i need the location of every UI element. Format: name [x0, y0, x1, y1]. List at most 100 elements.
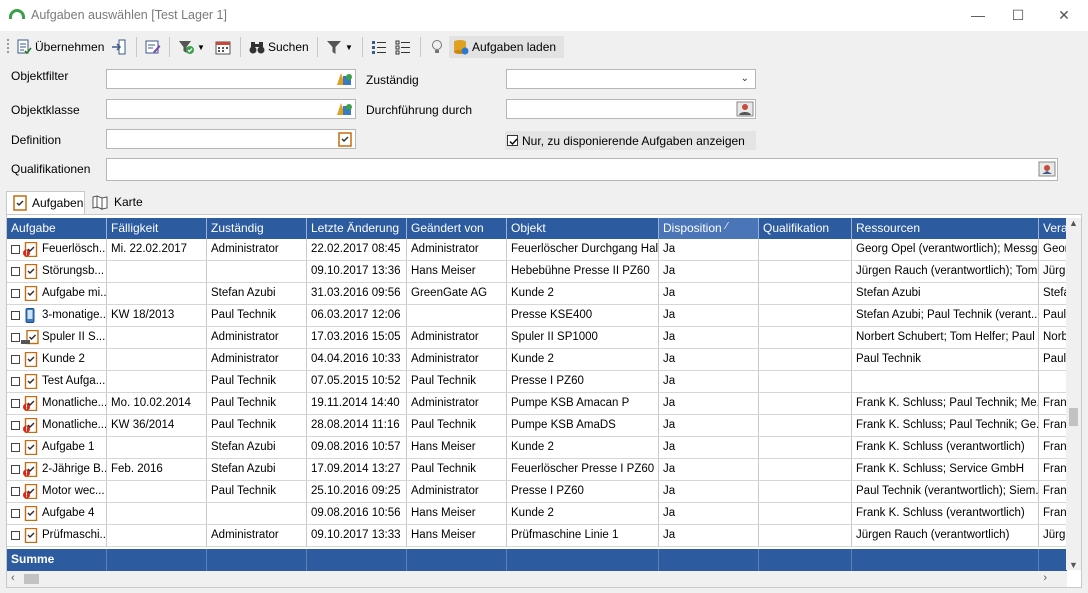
filter-check-dropdown[interactable]: ▼ [178, 36, 205, 58]
shapes-picker-icon[interactable] [336, 71, 354, 87]
table-row[interactable]: Monatliche... Mo. 10.02.2014 Paul Technik 1… [7, 393, 1079, 415]
nur-disponierende-checkbox[interactable]: Nur, zu disponierende Aufgaben anzeigen [505, 131, 756, 150]
cell-aufgabe: 2-Jährige B... [7, 459, 107, 480]
clipboard-warning-icon [20, 484, 38, 499]
vertical-scroll-thumb[interactable] [1069, 408, 1078, 426]
vertical-scrollbar[interactable]: ▲ ▼ [1066, 218, 1081, 570]
shapes-picker-icon[interactable] [336, 101, 354, 117]
row-checkbox[interactable] [11, 377, 20, 386]
clipboard-check-icon[interactable] [336, 131, 354, 147]
tab-karte[interactable]: Karte [86, 191, 146, 212]
column-header-zustaendig[interactable]: Zuständig [207, 218, 307, 239]
cell-zustaendig [207, 503, 307, 524]
row-checkbox[interactable] [11, 487, 20, 496]
table-row[interactable]: Prüfmaschi... Administrator 09.10.2017 13:… [7, 525, 1079, 547]
uebernehmen-button[interactable]: Übernehmen [16, 36, 104, 58]
row-checkbox[interactable] [11, 311, 20, 320]
edit-form-button[interactable] [145, 36, 161, 58]
cell-zustaendig: Administrator [207, 327, 307, 348]
row-icons [11, 327, 39, 348]
table-row[interactable]: Test Aufga... Paul Technik 07.05.2015 10:5… [7, 371, 1079, 393]
list-bullets-button[interactable] [371, 36, 387, 58]
row-checkbox[interactable] [11, 465, 20, 474]
column-header-qualifikation[interactable]: Qualifikation [759, 218, 852, 239]
table-row[interactable]: Feuerlösch... Mi. 22.02.2017 Administrator… [7, 239, 1079, 261]
checkbox-icon[interactable] [507, 135, 518, 146]
table-row[interactable]: Monatliche... KW 36/2014 Paul Technik 28.08… [7, 415, 1079, 437]
objektfilter-field[interactable] [106, 69, 356, 89]
table-row[interactable]: Aufgabe 1 Stefan Azubi 09.08.2016 10:57 Han… [7, 437, 1079, 459]
cell-faelligkeit [107, 481, 207, 502]
table-row[interactable]: Motor wec... Paul Technik 25.10.2016 09:25… [7, 481, 1079, 503]
cell-letzte-aenderung: 28.08.2014 11:16 [307, 415, 407, 436]
column-header-aufgabe[interactable]: Aufgabe [7, 218, 107, 239]
scroll-right-icon[interactable]: › [1043, 572, 1047, 584]
person-picker-icon[interactable] [736, 101, 754, 117]
column-header-geaendert-von[interactable]: Geändert von [407, 218, 507, 239]
row-checkbox[interactable] [11, 245, 20, 254]
row-checkbox[interactable] [11, 355, 20, 364]
column-header-objekt[interactable]: Objekt [507, 218, 659, 239]
table-row[interactable]: Aufgabe 4 09.08.2016 10:56 Hans Meiser Kund… [7, 503, 1079, 525]
qualifikationen-field[interactable] [106, 158, 1058, 181]
row-checkbox[interactable] [11, 267, 20, 276]
durchfuehrung-field[interactable] [506, 99, 756, 119]
cell-faelligkeit [107, 349, 207, 370]
document-check-icon [16, 39, 32, 55]
clipboard-warning-icon [20, 462, 38, 477]
horizontal-scroll-thumb[interactable] [24, 574, 39, 584]
toolbar-separator [240, 37, 241, 57]
cell-letzte-aenderung: 17.09.2014 13:27 [307, 459, 407, 480]
column-header-letzte-aenderung[interactable]: Letzte Änderung [307, 218, 407, 239]
import-button[interactable] [111, 36, 127, 58]
cell-disposition: Ja [659, 437, 759, 458]
cell-zustaendig: Stefan Azubi [207, 283, 307, 304]
cell-aufgabe-text: Prüfmaschi... [42, 529, 107, 541]
aufgaben-laden-button[interactable]: Aufgaben laden [449, 36, 565, 58]
column-header-faelligkeit[interactable]: Fälligkeit [107, 218, 207, 239]
horizontal-scrollbar[interactable]: ‹ › [7, 571, 1067, 587]
maximize-button[interactable]: ☐ [998, 4, 1038, 26]
column-header-disposition[interactable]: Disposition ⁄ [659, 218, 759, 239]
minimize-button[interactable]: — [958, 4, 998, 26]
cell-disposition: Ja [659, 459, 759, 480]
summary-cell [407, 549, 507, 571]
row-checkbox[interactable] [11, 531, 20, 540]
row-checkbox[interactable] [11, 443, 20, 452]
scroll-down-icon[interactable]: ▼ [1069, 560, 1078, 570]
scroll-left-icon[interactable]: ‹ [11, 572, 15, 584]
row-checkbox[interactable] [11, 289, 20, 298]
table-row[interactable]: Störungsb... 09.10.2017 13:36 Hans Meiser H… [7, 261, 1079, 283]
tab-karte-label: Karte [114, 194, 143, 209]
table-row[interactable]: Aufgabe mi... Stefan Azubi 31.03.2016 09:5… [7, 283, 1079, 305]
hint-button[interactable] [429, 36, 445, 58]
durchfuehrung-label: Durchführung durch [366, 103, 473, 117]
scroll-up-icon[interactable]: ▲ [1069, 218, 1078, 228]
cell-letzte-aenderung: 22.02.2017 08:45 [307, 239, 407, 260]
table-row[interactable]: Kunde 2 Administrator 04.04.2016 10:33 Admi… [7, 349, 1079, 371]
qualification-picker-icon[interactable] [1038, 161, 1056, 177]
cell-qualifikation [759, 459, 852, 480]
row-checkbox[interactable] [11, 333, 20, 342]
close-button[interactable]: ✕ [1044, 4, 1084, 26]
list-checks-button[interactable] [395, 36, 411, 58]
definition-field[interactable] [106, 129, 356, 149]
column-header-ressourcen[interactable]: Ressourcen [852, 218, 1039, 239]
cell-faelligkeit [107, 327, 207, 348]
table-row[interactable]: 3-monatige... KW 18/2013 Paul Technik 06.03… [7, 305, 1079, 327]
cell-objekt: Presse I PZ60 [507, 481, 659, 502]
suchen-button[interactable]: Suchen [249, 36, 309, 58]
zustaendig-select[interactable]: ⌄ [506, 69, 756, 89]
table-row[interactable]: 2-Jährige B... Feb. 2016 Stefan Azubi 17.09… [7, 459, 1079, 481]
filter-dropdown[interactable]: ▼ [326, 36, 353, 58]
cell-aufgabe-text: Monatliche... [42, 397, 107, 409]
row-checkbox[interactable] [11, 399, 20, 408]
table-row[interactable]: Spuler II S... Administrator 17.03.2016 15… [7, 327, 1079, 349]
row-checkbox[interactable] [11, 421, 20, 430]
calendar-button[interactable] [215, 36, 231, 58]
cell-aufgabe: Motor wec... [7, 481, 107, 502]
clipboard-check-icon [13, 195, 27, 211]
tab-aufgaben[interactable]: Aufgaben [6, 191, 85, 214]
objektklasse-field[interactable] [106, 99, 356, 119]
row-checkbox[interactable] [11, 509, 20, 518]
